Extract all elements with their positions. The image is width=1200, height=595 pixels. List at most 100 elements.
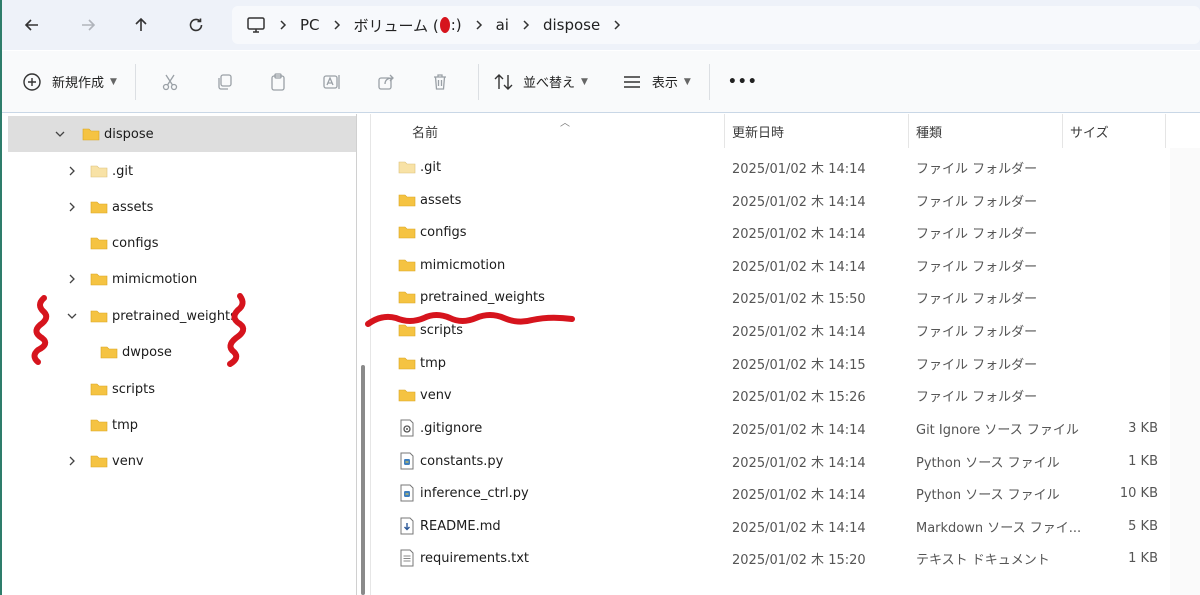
breadcrumb-volume[interactable]: ボリューム (:) <box>354 15 462 36</box>
file-date: 2025/01/02 木 14:14 <box>732 455 866 471</box>
column-header: ︿ 名前 更新日時 種類 サイズ <box>372 114 1200 148</box>
tree-item-tmp[interactable]: tmp <box>8 407 356 443</box>
chevron-right-icon <box>521 19 531 31</box>
file-row[interactable]: scripts 2025/01/02 木 14:14 ファイル フォルダー <box>372 314 1172 347</box>
tree-item-label: configs <box>112 235 159 251</box>
up-button[interactable] <box>125 9 157 41</box>
file-size: 5 KB <box>1128 518 1158 534</box>
file-name: constants.py <box>420 453 504 469</box>
file-row[interactable]: assets 2025/01/02 木 14:14 ファイル フォルダー <box>372 184 1172 217</box>
markdown-file-icon <box>400 517 414 535</box>
file-name: configs <box>420 224 467 240</box>
column-separator[interactable] <box>724 114 725 148</box>
chevron-down-icon: ▼ <box>580 76 588 87</box>
file-row[interactable]: constants.py 2025/01/02 木 14:14 Python ソ… <box>372 445 1172 478</box>
folder-icon <box>398 324 416 337</box>
tree-item-scripts[interactable]: scripts <box>8 371 356 407</box>
gear-file-icon <box>400 419 414 437</box>
tree-item-git[interactable]: .git <box>8 153 356 189</box>
file-size: 1 KB <box>1128 550 1158 566</box>
folder-icon <box>90 419 108 432</box>
file-row[interactable]: pretrained_weights 2025/01/02 木 15:50 ファ… <box>372 281 1172 314</box>
file-row[interactable]: mimicmotion 2025/01/02 木 14:14 ファイル フォルダ… <box>372 249 1172 282</box>
chevron-down-icon[interactable] <box>52 126 68 142</box>
breadcrumb-ai[interactable]: ai <box>496 16 509 34</box>
pane-splitter[interactable] <box>356 114 357 595</box>
chevron-right-icon[interactable] <box>64 453 80 469</box>
sort-arrows-icon <box>494 73 513 90</box>
arrow-up-icon <box>135 17 147 31</box>
copy-button[interactable] <box>204 62 244 102</box>
folder-icon <box>398 194 416 207</box>
arrow-right-icon <box>82 19 96 31</box>
tree-item-venv[interactable]: venv <box>8 443 356 479</box>
file-date: 2025/01/02 木 15:26 <box>732 389 866 405</box>
chevron-right-icon <box>474 19 484 31</box>
tree-item-pretrained-weights[interactable]: pretrained_weights <box>8 298 356 334</box>
column-separator[interactable] <box>1062 114 1063 148</box>
column-type[interactable]: 種類 <box>916 114 942 148</box>
breadcrumb-dispose[interactable]: dispose <box>543 16 600 34</box>
file-type: テキスト ドキュメント <box>916 552 1050 568</box>
forward-button[interactable] <box>72 9 104 41</box>
chevron-right-icon[interactable] <box>612 19 622 31</box>
folder-icon <box>398 291 416 304</box>
chevron-down-icon[interactable] <box>64 308 80 324</box>
file-row[interactable]: configs 2025/01/02 木 14:14 ファイル フォルダー <box>372 216 1172 249</box>
new-button[interactable]: 新規作成 ▼ <box>22 62 117 102</box>
file-name: inference_ctrl.py <box>420 485 529 501</box>
tree-item-dwpose[interactable]: dwpose <box>8 334 356 370</box>
breadcrumb-pc[interactable]: PC <box>300 16 320 34</box>
file-type: ファイル フォルダー <box>916 357 1038 373</box>
tree-item-dispose[interactable]: dispose <box>8 116 356 152</box>
rename-button[interactable] <box>312 62 352 102</box>
file-name: scripts <box>420 322 463 338</box>
file-name: README.md <box>420 518 501 534</box>
sort-button[interactable]: 並べ替え ▼ <box>493 62 588 102</box>
file-row[interactable]: README.md 2025/01/02 木 14:14 Markdown ソー… <box>372 510 1172 543</box>
file-row[interactable]: .git 2025/01/02 木 14:14 ファイル フォルダー <box>372 151 1172 184</box>
file-name: mimicmotion <box>420 257 506 273</box>
column-date[interactable]: 更新日時 <box>732 114 784 148</box>
folder-icon <box>398 259 416 272</box>
share-button[interactable] <box>366 62 406 102</box>
file-row[interactable]: inference_ctrl.py 2025/01/02 木 14:14 Pyt… <box>372 477 1172 510</box>
folder-icon <box>398 226 416 239</box>
cut-button[interactable] <box>150 62 190 102</box>
new-button-label: 新規作成 <box>52 76 105 91</box>
column-separator[interactable] <box>908 114 909 148</box>
folder-icon <box>90 165 108 178</box>
column-name[interactable]: 名前 <box>412 114 438 148</box>
file-name: .gitignore <box>420 420 483 436</box>
chevron-right-icon <box>332 19 342 31</box>
navigation-scrollbar[interactable] <box>361 365 365 595</box>
more-options-button[interactable]: ••• <box>728 62 758 102</box>
chevron-right-icon[interactable] <box>64 199 80 215</box>
file-row[interactable]: .gitignore 2025/01/02 木 14:14 Git Ignore… <box>372 412 1172 445</box>
file-row[interactable]: venv 2025/01/02 木 15:26 ファイル フォルダー <box>372 379 1172 412</box>
tree-item-mimicmotion[interactable]: mimicmotion <box>8 261 356 297</box>
file-row[interactable]: tmp 2025/01/02 木 14:15 ファイル フォルダー <box>372 347 1172 380</box>
content-scrollbar[interactable] <box>1170 148 1200 595</box>
tree-item-label: assets <box>112 199 154 215</box>
chevron-right-icon[interactable] <box>64 163 80 179</box>
back-button[interactable] <box>16 9 48 41</box>
tree-item-configs[interactable]: configs <box>8 225 356 261</box>
folder-icon <box>100 346 118 359</box>
address-bar[interactable]: PC ボリューム (:) ai dispose <box>232 6 1200 44</box>
refresh-button[interactable] <box>180 9 212 41</box>
navigation-pane: dispose .git assets configs mimicmotion … <box>2 114 367 595</box>
view-button[interactable]: 表示 ▼ <box>622 62 691 102</box>
chevron-right-icon[interactable] <box>64 271 80 287</box>
delete-button[interactable] <box>420 62 460 102</box>
tree-item-assets[interactable]: assets <box>8 189 356 225</box>
column-size[interactable]: サイズ <box>1070 114 1109 148</box>
paste-button[interactable] <box>258 62 298 102</box>
trash-icon <box>433 73 446 90</box>
tree-item-label: scripts <box>112 381 155 397</box>
toolbar-divider <box>708 63 710 100</box>
file-row[interactable]: requirements.txt 2025/01/02 木 15:20 テキスト… <box>372 542 1172 575</box>
monitor-icon <box>246 16 266 34</box>
column-separator[interactable] <box>1165 114 1166 148</box>
tree-item-label: dwpose <box>122 344 172 360</box>
